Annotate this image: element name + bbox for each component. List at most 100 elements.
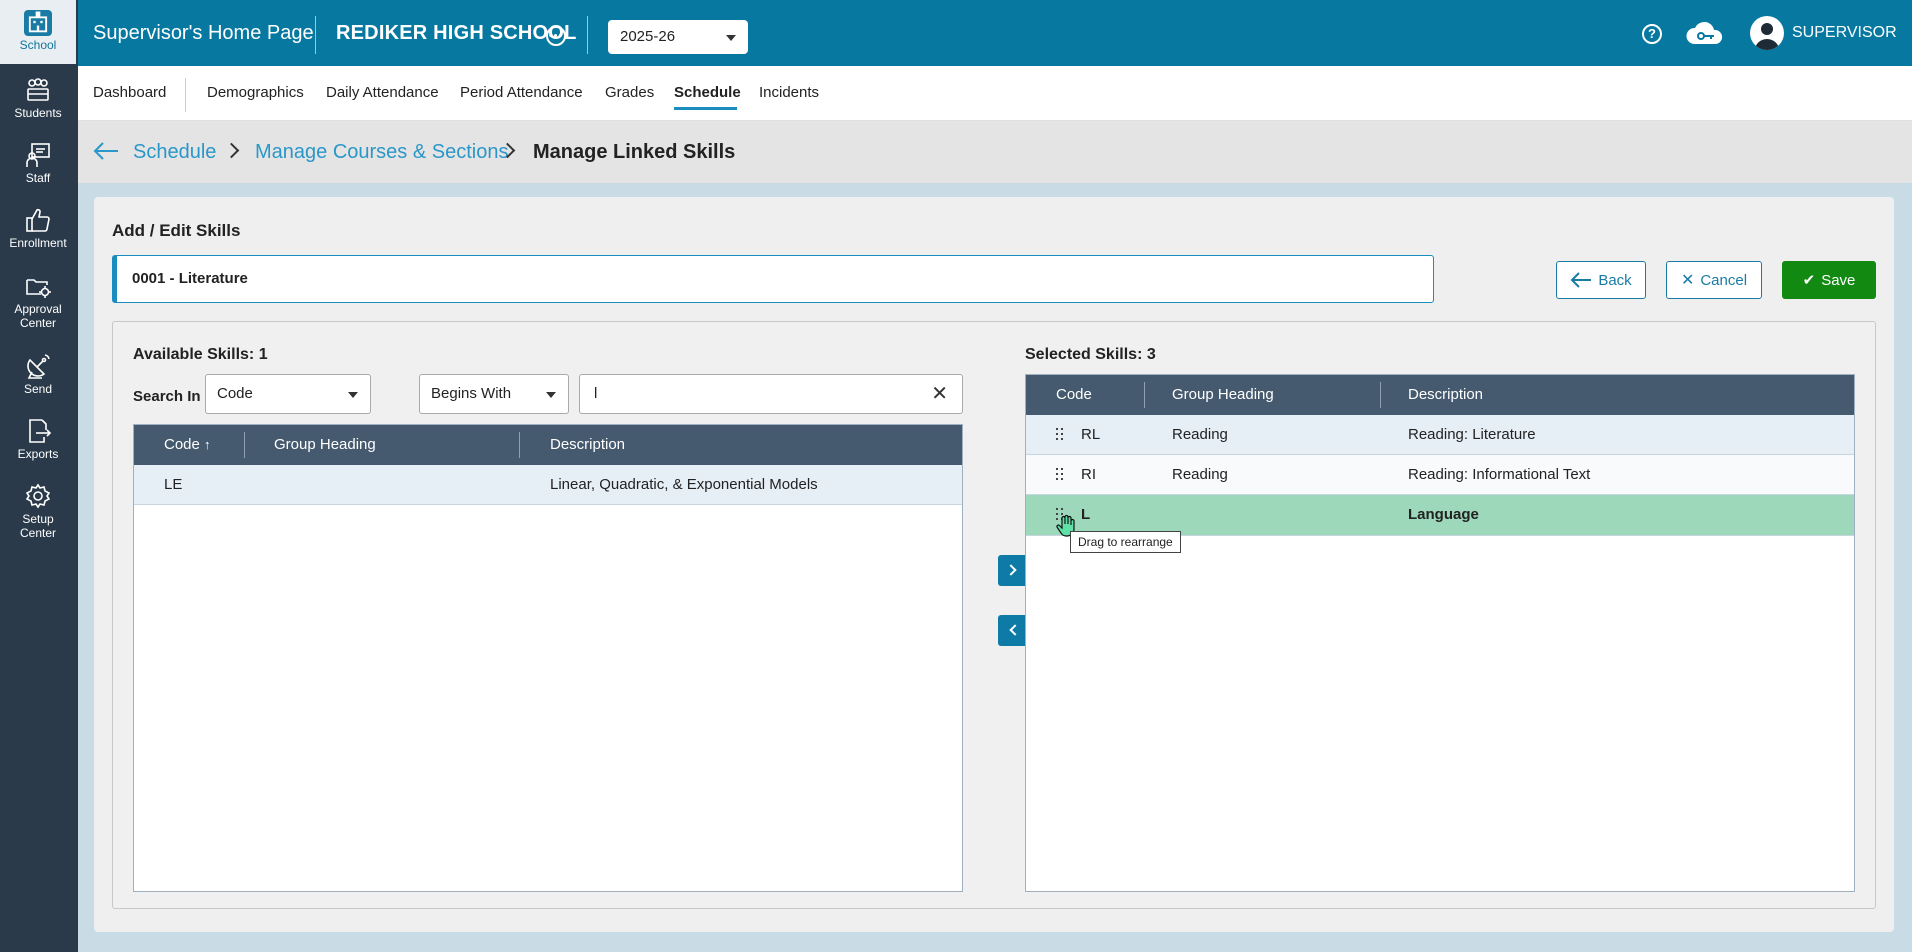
staff-icon <box>26 143 50 167</box>
column-header-group-heading[interactable]: Group Heading <box>1172 386 1274 403</box>
search-mode-value: Begins With <box>431 385 512 402</box>
school-icon <box>24 10 52 36</box>
sidebar-item-exports[interactable]: Exports <box>0 417 76 461</box>
left-sidebar: School Students Staff Enrollment Approva… <box>0 0 78 952</box>
save-button[interactable]: ✔ Save <box>1782 261 1876 299</box>
cancel-button-label: Cancel <box>1700 271 1748 289</box>
chevron-down-icon <box>348 392 358 398</box>
sidebar-item-label: School <box>19 38 57 52</box>
header-divider <box>315 16 316 54</box>
column-header-description[interactable]: Description <box>550 436 625 453</box>
table-row[interactable]: RI Reading Reading: Informational Text <box>1026 455 1854 495</box>
cell-code: RL <box>1081 426 1101 443</box>
drag-handle-icon[interactable] <box>1056 428 1064 442</box>
sidebar-item-staff[interactable]: Staff <box>0 141 76 185</box>
breadcrumb: Schedule Manage Courses & Sections Manag… <box>78 121 1912 183</box>
edit-skills-panel: Add / Edit Skills 0001 - Literature Back… <box>94 197 1894 932</box>
available-skills-label: Available Skills: 1 <box>133 346 268 363</box>
more-options-icon[interactable]: ••• <box>546 26 566 46</box>
cloud-key-icon[interactable] <box>1684 20 1728 48</box>
tab-daily-attendance[interactable]: Daily Attendance <box>326 84 439 101</box>
students-icon <box>27 78 49 101</box>
tab-grades[interactable]: Grades <box>605 84 654 101</box>
arrow-left-icon <box>1570 272 1592 288</box>
cell-description: Reading: Informational Text <box>1408 466 1591 483</box>
satellite-dish-icon <box>27 354 50 379</box>
column-header-group-heading[interactable]: Group Heading <box>274 436 376 453</box>
back-arrow-icon[interactable] <box>92 139 120 163</box>
sidebar-item-school[interactable]: School <box>0 0 76 64</box>
gear-icon <box>25 483 51 509</box>
column-divider[interactable] <box>1144 382 1145 408</box>
cell-group-heading: Reading <box>1172 466 1228 483</box>
cell-code: LE <box>164 476 183 493</box>
sidebar-item-send[interactable]: Send <box>0 352 76 396</box>
cell-group-heading: Reading <box>1172 426 1228 443</box>
sidebar-item-setup-center[interactable]: Setup Center <box>0 482 76 540</box>
column-divider[interactable] <box>244 432 245 458</box>
file-export-icon <box>29 419 52 443</box>
cancel-button[interactable]: ✕ Cancel <box>1666 261 1762 299</box>
breadcrumb-manage-courses[interactable]: Manage Courses & Sections <box>255 141 508 164</box>
drag-tooltip: Drag to rearrange <box>1070 531 1181 553</box>
column-header-code[interactable]: Code ↑ <box>164 436 211 453</box>
search-input[interactable]: l ✕ <box>579 374 963 414</box>
search-input-value: l <box>594 385 598 402</box>
column-divider[interactable] <box>1380 382 1381 408</box>
tab-incidents[interactable]: Incidents <box>759 84 819 101</box>
grid-header: Code Group Heading Description <box>1026 375 1854 415</box>
folder-gear-icon <box>26 279 51 298</box>
back-button-label: Back <box>1598 271 1632 289</box>
column-divider[interactable] <box>519 432 520 458</box>
chevron-left-icon <box>1009 624 1021 636</box>
tab-demographics[interactable]: Demographics <box>207 84 304 101</box>
chevron-down-icon <box>726 35 736 41</box>
selected-skills-grid: Code Group Heading Description RL Readin… <box>1025 374 1855 892</box>
active-tab-indicator <box>674 107 737 110</box>
sidebar-item-label: Center <box>19 526 57 540</box>
sidebar-item-label: Approval <box>14 302 62 316</box>
module-nav: Dashboard Demographics Daily Attendance … <box>78 66 1912 121</box>
tab-period-attendance[interactable]: Period Attendance <box>460 84 583 101</box>
tab-dashboard[interactable]: Dashboard <box>93 84 166 101</box>
sidebar-item-label: Enrollment <box>9 236 67 250</box>
cell-code: L <box>1081 506 1091 523</box>
drag-handle-icon[interactable] <box>1056 468 1064 482</box>
table-row[interactable]: LE Linear, Quadratic, & Exponential Mode… <box>134 465 962 505</box>
cell-description: Language <box>1408 506 1479 523</box>
nav-divider <box>185 78 186 112</box>
clear-icon[interactable]: ✕ <box>931 384 948 404</box>
chevron-right-icon <box>223 142 240 159</box>
sidebar-item-label: Send <box>23 382 53 396</box>
school-year-select[interactable]: 2025-26 <box>608 20 748 54</box>
sidebar-item-approval-center[interactable]: Approval Center <box>0 272 76 330</box>
back-button[interactable]: Back <box>1556 261 1646 299</box>
sort-asc-icon: ↑ <box>204 437 211 452</box>
avatar[interactable] <box>1750 16 1784 50</box>
table-row-dragging[interactable]: L Language <box>1026 495 1854 536</box>
save-button-label: Save <box>1821 271 1856 289</box>
selected-skills-label: Selected Skills: 3 <box>1025 346 1156 363</box>
close-icon: ✕ <box>1680 272 1695 289</box>
course-field[interactable]: 0001 - Literature <box>112 255 1434 303</box>
search-mode-select[interactable]: Begins With <box>419 374 569 414</box>
sidebar-item-students[interactable]: Students <box>0 76 76 120</box>
column-header-description[interactable]: Description <box>1408 386 1483 403</box>
tab-schedule[interactable]: Schedule <box>674 84 741 101</box>
search-in-label: Search In <box>133 388 201 405</box>
sidebar-item-enrollment[interactable]: Enrollment <box>0 206 76 250</box>
search-field-select[interactable]: Code <box>205 374 371 414</box>
sidebar-item-label: Center <box>19 316 57 330</box>
grid-header: Code ↑ Group Heading Description <box>134 425 962 465</box>
help-icon[interactable]: ? <box>1642 24 1662 44</box>
breadcrumb-schedule[interactable]: Schedule <box>133 141 216 164</box>
available-skills-grid: Code ↑ Group Heading Description LE Line… <box>133 424 963 892</box>
cell-code: RI <box>1081 466 1096 483</box>
user-menu[interactable]: SUPERVISOR <box>1792 24 1897 42</box>
school-year-value: 2025-26 <box>620 28 676 45</box>
chevron-down-icon <box>546 392 556 398</box>
table-row[interactable]: RL Reading Reading: Literature <box>1026 415 1854 455</box>
breadcrumb-current: Manage Linked Skills <box>533 141 736 163</box>
column-header-code[interactable]: Code <box>1056 386 1092 403</box>
cell-description: Linear, Quadratic, & Exponential Models <box>550 476 818 493</box>
